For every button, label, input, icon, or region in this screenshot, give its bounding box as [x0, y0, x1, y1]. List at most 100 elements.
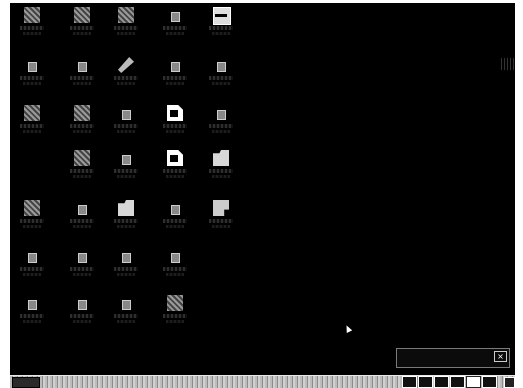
icon-grid-app-icon [74, 150, 90, 166]
icon-label-placeholder [212, 225, 230, 228]
icon-drive[interactable] [162, 5, 188, 39]
icon-folder-16-icon [122, 300, 131, 310]
icon-label-placeholder [114, 26, 138, 30]
icon-picture-doc[interactable] [208, 148, 234, 182]
icon-label-placeholder [70, 219, 94, 223]
icon-label-placeholder [73, 32, 91, 35]
mouse-cursor [343, 324, 353, 333]
icon-paint-tool-icon [74, 105, 90, 121]
icon-label-placeholder [166, 320, 184, 323]
icon-label-placeholder [73, 273, 91, 276]
icon-picture-doc-icon [213, 150, 229, 166]
icon-label-placeholder [70, 124, 94, 128]
icon-label-placeholder [212, 130, 230, 133]
icon-document-1[interactable] [162, 103, 188, 137]
icon-label-placeholder [114, 314, 138, 318]
icon-folder-open[interactable] [113, 198, 139, 232]
icon-folder-12-icon [122, 253, 131, 263]
icon-settings-icon [118, 7, 134, 23]
tray-button-3[interactable] [434, 376, 449, 388]
icon-settings[interactable] [113, 5, 139, 39]
icon-folder-9[interactable] [162, 198, 188, 232]
icon-label-placeholder [117, 82, 135, 85]
icon-label-placeholder [23, 82, 41, 85]
icon-label-placeholder [20, 219, 44, 223]
icon-folder-16[interactable] [113, 293, 139, 327]
tray-button-6[interactable] [482, 376, 497, 388]
mini-window[interactable]: × [396, 348, 510, 368]
icon-label-placeholder [70, 314, 94, 318]
icon-label-placeholder [117, 273, 135, 276]
icon-folder-7-icon [122, 155, 131, 165]
icon-recycle-bin[interactable] [162, 293, 188, 327]
icon-label-placeholder [117, 32, 135, 35]
icon-folder-3-icon [171, 62, 180, 72]
icon-folder-14[interactable] [19, 293, 45, 327]
icon-folder-8-icon [78, 205, 87, 215]
system-tray [402, 376, 503, 388]
tray-button-1[interactable] [402, 376, 417, 388]
icon-image-tool-icon [24, 105, 40, 121]
icon-folder-11[interactable] [69, 246, 95, 280]
icon-label-placeholder [166, 273, 184, 276]
icon-label-placeholder [70, 76, 94, 80]
icon-label-placeholder [20, 76, 44, 80]
close-button[interactable]: × [494, 351, 507, 362]
clock-icon[interactable] [504, 377, 515, 388]
icon-edit-tool[interactable] [113, 55, 139, 89]
icon-label-placeholder [20, 26, 44, 30]
icon-network[interactable] [69, 5, 95, 39]
icon-printer[interactable] [208, 198, 234, 232]
icon-paint-tool[interactable] [69, 103, 95, 137]
icon-label-placeholder [212, 32, 230, 35]
icon-document-2[interactable] [162, 148, 188, 182]
icon-label-placeholder [209, 124, 233, 128]
icon-label-placeholder [73, 130, 91, 133]
icon-folder-6-icon [217, 110, 226, 120]
icon-folder-15[interactable] [69, 293, 95, 327]
icon-folder-10[interactable] [19, 246, 45, 280]
icon-label-placeholder [114, 219, 138, 223]
icon-label-placeholder [117, 320, 135, 323]
tray-button-5[interactable] [466, 376, 481, 388]
icon-folder-3[interactable] [162, 55, 188, 89]
icon-image-tool[interactable] [19, 103, 45, 137]
tray-button-2[interactable] [418, 376, 433, 388]
icon-text-app[interactable] [208, 5, 234, 39]
icon-label-placeholder [166, 130, 184, 133]
icon-folder-open-icon [118, 200, 134, 216]
desktop-artifact [501, 58, 515, 70]
icon-label-placeholder [73, 320, 91, 323]
icon-label-placeholder [166, 175, 184, 178]
icon-network-icon [74, 7, 90, 23]
icon-drive-icon [171, 12, 180, 22]
icon-label-placeholder [209, 26, 233, 30]
icon-folder-2-icon [78, 62, 87, 72]
icon-label-placeholder [70, 267, 94, 271]
icon-folder-13[interactable] [162, 246, 188, 280]
icon-my-computer-icon [24, 7, 40, 23]
icon-my-computer[interactable] [19, 5, 45, 39]
icon-folder-2[interactable] [69, 55, 95, 89]
icon-folder-6[interactable] [208, 103, 234, 137]
icon-folder-1[interactable] [19, 55, 45, 89]
icon-folder-8[interactable] [69, 198, 95, 232]
icon-folder-10-icon [28, 253, 37, 263]
icon-label-placeholder [20, 124, 44, 128]
icon-folder-5[interactable] [113, 103, 139, 137]
icon-tool-1[interactable] [19, 198, 45, 232]
icon-folder-12[interactable] [113, 246, 139, 280]
icon-label-placeholder [23, 130, 41, 133]
start-button[interactable] [12, 377, 40, 388]
icon-recycle-bin-icon [167, 295, 183, 311]
tray-button-4[interactable] [450, 376, 465, 388]
icon-folder-7[interactable] [113, 148, 139, 182]
icon-label-placeholder [209, 169, 233, 173]
icon-label-placeholder [114, 76, 138, 80]
icon-label-placeholder [163, 124, 187, 128]
icon-tool-1-icon [24, 200, 40, 216]
icon-grid-app[interactable] [69, 148, 95, 182]
icon-folder-4[interactable] [208, 55, 234, 89]
icon-label-placeholder [163, 314, 187, 318]
icon-edit-tool-icon [118, 57, 134, 73]
